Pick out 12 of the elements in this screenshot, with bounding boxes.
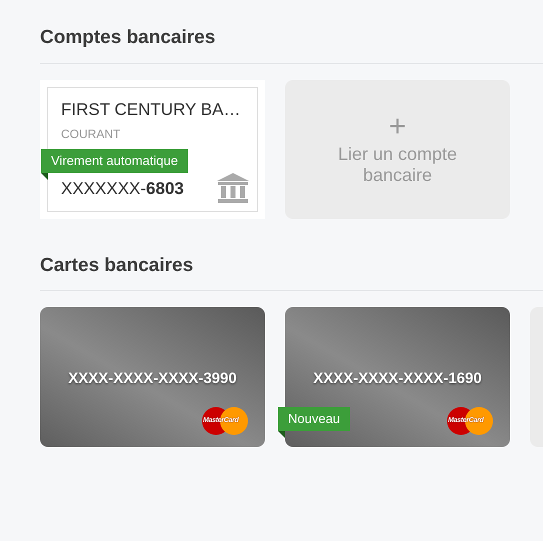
plus-icon: + (388, 112, 406, 142)
link-account-button[interactable]: + Lier un compte bancaire (285, 80, 510, 218)
bank-name: FIRST CENTURY BA… (61, 98, 242, 120)
account-card[interactable]: FIRST CENTURY BA… COURANT Virement automatique XXXXXXX-6803 (40, 80, 265, 218)
section-title: Cartes bancaires (40, 254, 194, 278)
card-number: XXXX-XXXX-XXXX-3990 (68, 368, 237, 389)
link-account-label: Lier un compte bancaire (336, 144, 458, 186)
card-number: XXXX-XXXX-XXXX-1690 (313, 368, 482, 389)
account-type: COURANT (61, 126, 122, 143)
bank-icon (217, 172, 249, 202)
section-title: Comptes bancaires (40, 26, 216, 50)
account-number: XXXXXXX-6803 (61, 178, 184, 200)
